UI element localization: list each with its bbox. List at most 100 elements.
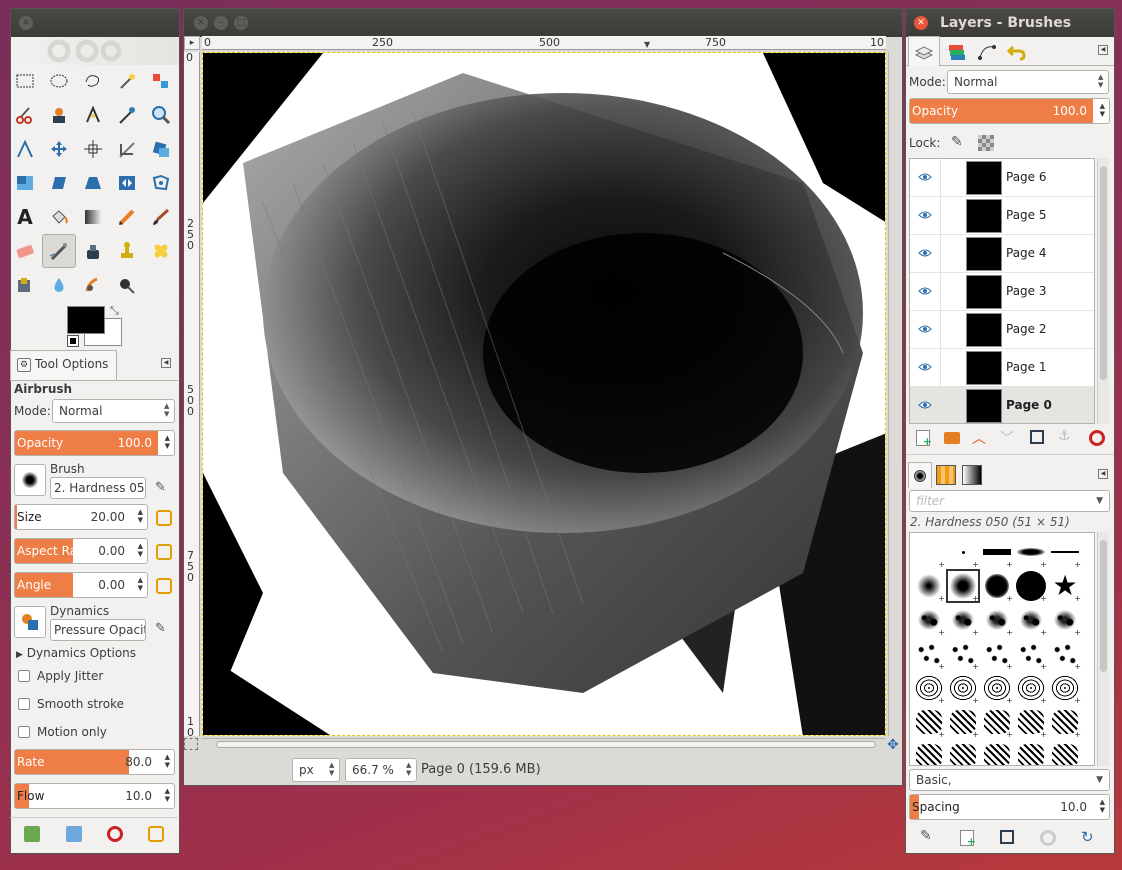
configure-tab-icon[interactable]: ◀ bbox=[161, 358, 171, 368]
configure-tab-icon[interactable]: ◀ bbox=[1098, 45, 1108, 55]
visibility-eye-icon[interactable] bbox=[918, 210, 932, 220]
brush-cell[interactable]: + bbox=[1048, 637, 1082, 671]
aspect-ratio-reset-icon[interactable] bbox=[156, 544, 172, 560]
layer-row[interactable]: Page 0 bbox=[910, 387, 1094, 423]
ellipse-select-tool-icon[interactable] bbox=[42, 64, 76, 98]
blur-tool-icon[interactable] bbox=[42, 268, 76, 302]
horizontal-ruler[interactable]: 0 250 500 750 10 ▼ bbox=[202, 36, 886, 50]
brush-cell[interactable]: + bbox=[1014, 569, 1048, 603]
close-icon[interactable]: ✕ bbox=[194, 16, 208, 30]
layer-row[interactable]: Page 1 bbox=[910, 349, 1094, 387]
layers-opacity-spin-icon[interactable]: ▲ ▼ bbox=[1100, 102, 1105, 118]
aspect-ratio-spin-icon[interactable]: ▲ ▼ bbox=[138, 542, 143, 558]
pencil-tool-icon[interactable] bbox=[110, 200, 144, 234]
brush-cell[interactable]: + bbox=[912, 535, 946, 569]
brush-cell[interactable]: + bbox=[980, 637, 1014, 671]
dynamics-preview-button[interactable] bbox=[14, 606, 46, 638]
color-picker-tool-icon[interactable] bbox=[110, 98, 144, 132]
brush-cell[interactable]: + bbox=[980, 739, 1014, 765]
clone-tool-icon[interactable] bbox=[110, 234, 144, 268]
rate-slider[interactable]: Rate 80.0 ▲ ▼ bbox=[14, 749, 175, 775]
edit-dynamics-icon[interactable]: ✎ bbox=[155, 621, 166, 636]
motion-only-checkbox[interactable] bbox=[18, 726, 30, 738]
rect-select-tool-icon[interactable] bbox=[8, 64, 42, 98]
select-by-color-tool-icon[interactable] bbox=[144, 64, 178, 98]
tab-brushes[interactable] bbox=[908, 462, 932, 488]
smudge-tool-icon[interactable] bbox=[76, 268, 110, 302]
layer-chain-toggle[interactable] bbox=[940, 159, 958, 197]
angle-spin-icon[interactable]: ▲ ▼ bbox=[138, 576, 143, 592]
close-icon[interactable]: ✕ bbox=[914, 16, 928, 30]
brush-cell[interactable]: + bbox=[912, 705, 946, 739]
blend-tool-icon[interactable] bbox=[76, 200, 110, 234]
dodge-burn-tool-icon[interactable] bbox=[110, 268, 144, 302]
measure-tool-icon[interactable] bbox=[8, 132, 42, 166]
rate-spin-icon[interactable]: ▲ ▼ bbox=[165, 753, 170, 769]
new-layer-group-icon[interactable] bbox=[944, 432, 960, 444]
navigate-icon[interactable]: ✥ bbox=[887, 737, 899, 753]
brush-cell[interactable]: + bbox=[1048, 603, 1082, 637]
cage-transform-tool-icon[interactable] bbox=[144, 166, 178, 200]
crop-tool-icon[interactable] bbox=[110, 132, 144, 166]
layer-row[interactable]: Page 2 bbox=[910, 311, 1094, 349]
wilber-drop-area[interactable] bbox=[11, 37, 179, 65]
tab-patterns[interactable] bbox=[936, 465, 956, 485]
visibility-eye-icon[interactable] bbox=[918, 172, 932, 182]
layer-row[interactable]: Page 3 bbox=[910, 273, 1094, 311]
brush-cell[interactable]: + bbox=[946, 569, 980, 603]
reset-options-icon[interactable] bbox=[148, 826, 164, 842]
close-icon[interactable]: ✕ bbox=[19, 16, 33, 30]
paths-tool-icon[interactable] bbox=[76, 98, 110, 132]
scale-tool-icon[interactable] bbox=[8, 166, 42, 200]
layers-list[interactable]: Page 6 Page 5 Page 4 Page 3 Page 2 Page 1 Page… bbox=[909, 158, 1095, 424]
brush-cell[interactable]: + bbox=[912, 671, 946, 705]
maximize-icon[interactable]: □ bbox=[234, 16, 248, 30]
tab-channels[interactable] bbox=[942, 39, 972, 65]
foreground-select-tool-icon[interactable] bbox=[42, 98, 76, 132]
align-tool-icon[interactable] bbox=[76, 132, 110, 166]
brush-cell[interactable]: + bbox=[912, 637, 946, 671]
dynamics-options-expander[interactable]: ▶ Dynamics Options bbox=[16, 646, 136, 660]
new-brush-icon[interactable]: + bbox=[960, 830, 976, 848]
brush-cell[interactable]: + bbox=[946, 637, 980, 671]
layer-chain-toggle[interactable] bbox=[940, 349, 958, 387]
raise-layer-icon[interactable]: ︿ bbox=[972, 428, 986, 448]
flow-slider[interactable]: Flow 10.0 ▲ ▼ bbox=[14, 783, 175, 809]
layer-chain-toggle[interactable] bbox=[940, 235, 958, 273]
tab-gradients[interactable] bbox=[962, 465, 982, 485]
layer-chain-toggle[interactable] bbox=[940, 273, 958, 311]
angle-slider[interactable]: Angle 0.00 ▲ ▼ bbox=[14, 572, 148, 598]
brush-grid-scrollbar-thumb[interactable] bbox=[1100, 540, 1107, 672]
shear-tool-icon[interactable] bbox=[42, 166, 76, 200]
brush-cell[interactable]: + bbox=[912, 603, 946, 637]
aspect-ratio-slider[interactable]: Aspect Ratio 0.00 ▲ ▼ bbox=[14, 538, 148, 564]
fuzzy-select-tool-icon[interactable] bbox=[110, 64, 144, 98]
duplicate-layer-icon[interactable] bbox=[1030, 430, 1044, 444]
lock-pixels-icon[interactable]: ✎ bbox=[951, 134, 963, 150]
layer-row[interactable]: Page 6 bbox=[910, 159, 1094, 197]
brush-cell[interactable]: + bbox=[946, 671, 980, 705]
visibility-eye-icon[interactable] bbox=[918, 362, 932, 372]
brush-cell[interactable]: + bbox=[980, 535, 1014, 569]
foreground-color-swatch[interactable] bbox=[67, 306, 105, 334]
perspective-tool-icon[interactable] bbox=[76, 166, 110, 200]
delete-layer-icon[interactable] bbox=[1089, 430, 1105, 446]
brush-tag-select[interactable]: Basic, ▼ bbox=[909, 769, 1110, 791]
brush-filter-input[interactable]: filter ▼ bbox=[909, 490, 1110, 512]
visibility-eye-icon[interactable] bbox=[918, 324, 932, 334]
layer-chain-toggle[interactable] bbox=[940, 387, 958, 423]
brush-cell[interactable]: + bbox=[1014, 671, 1048, 705]
layer-chain-toggle[interactable] bbox=[940, 311, 958, 349]
perspective-clone-tool-icon[interactable] bbox=[8, 268, 42, 302]
size-slider[interactable]: Size 20.00 ▲ ▼ bbox=[14, 504, 148, 530]
image-canvas[interactable] bbox=[202, 52, 886, 736]
brush-cell[interactable]: + bbox=[912, 739, 946, 765]
tab-undo-history[interactable] bbox=[1002, 39, 1032, 65]
anchor-layer-icon[interactable]: ⚓ bbox=[1058, 428, 1071, 444]
rotate-tool-icon[interactable] bbox=[144, 132, 178, 166]
tab-paths[interactable] bbox=[972, 39, 1002, 65]
size-reset-icon[interactable] bbox=[156, 510, 172, 526]
zoom-combo[interactable]: 66.7 % ▲ ▼ bbox=[345, 758, 417, 782]
brush-cell[interactable]: + bbox=[980, 671, 1014, 705]
brush-cell[interactable]: + bbox=[912, 569, 946, 603]
